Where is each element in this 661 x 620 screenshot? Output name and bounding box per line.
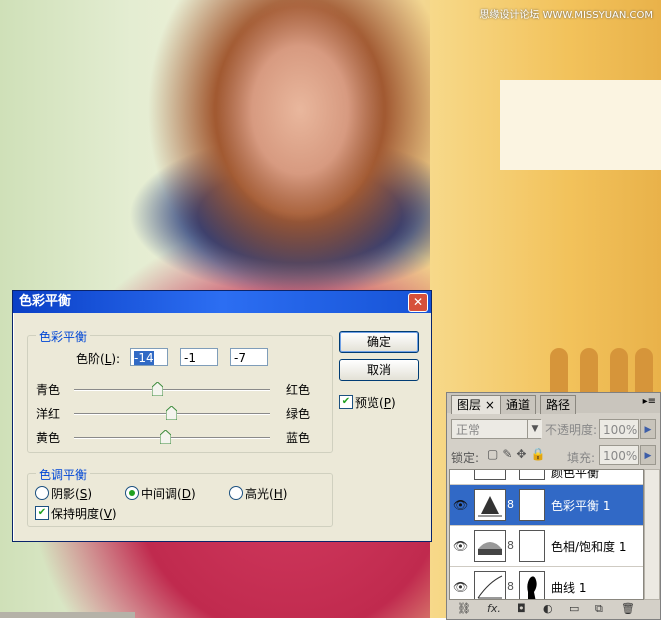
curves-adjustment-icon: [477, 575, 503, 599]
adjustment-icon[interactable]: ◐: [543, 602, 553, 615]
level-input-cyan-red[interactable]: -14: [130, 348, 168, 366]
slider-cyan-red[interactable]: [74, 389, 270, 391]
slider-label-blue: 蓝色: [286, 431, 311, 445]
new-layer-icon[interactable]: ⧉: [595, 602, 603, 616]
panel-menu-icon[interactable]: ▸≡: [643, 396, 656, 407]
layer-thumbnail: [474, 571, 506, 599]
slider-label-magenta: 洋红: [36, 407, 61, 421]
layer-name: 颜色平衡: [551, 469, 600, 480]
color-balance-group: 色彩平衡 色阶(L): -14 -1 -7 青色 红色 洋红 绿色 黄色 蓝色: [27, 328, 333, 453]
levels-label: 色阶(L):: [76, 352, 121, 366]
radio-highlights-label: 高光(H): [245, 487, 288, 501]
dialog-title: 色彩平衡: [13, 291, 431, 313]
layer-mask-thumbnail: [519, 530, 545, 562]
mask-icon[interactable]: ◘: [517, 602, 526, 615]
tab-channels[interactable]: 通道: [500, 395, 537, 414]
layer-row[interactable]: 8 颜色平衡: [450, 469, 643, 485]
slider-thumb-magenta-green[interactable]: [166, 406, 177, 420]
lock-icons[interactable]: ▢✎✥🔒: [487, 447, 549, 461]
slider-label-green: 绿色: [286, 407, 311, 421]
fill-input[interactable]: 100%: [599, 445, 639, 465]
layers-scrollbar[interactable]: [644, 469, 660, 600]
tab-layers[interactable]: 图层 ×: [451, 395, 501, 414]
layer-name: 色彩平衡 1: [551, 499, 611, 513]
level-input-magenta-green[interactable]: -1: [180, 348, 218, 366]
slider-yellow-blue[interactable]: [74, 437, 270, 439]
layer-row[interactable]: 👁 8 色相/饱和度 1: [450, 526, 643, 567]
layers-panel: 图层 × 通道 路径 ▸≡ 正常 ▼ 不透明度: 100% ▶ 锁定: ▢✎✥🔒…: [446, 392, 661, 620]
color-balance-dialog: 色彩平衡 ✕ 色彩平衡 色阶(L): -14 -1 -7 青色 红色 洋红 绿色…: [12, 290, 432, 542]
link-icon: 8: [507, 498, 514, 511]
folder-icon[interactable]: ▭: [569, 602, 579, 615]
slider-label-cyan: 青色: [36, 383, 61, 397]
layer-row[interactable]: 👁 8 色彩平衡 1: [450, 485, 643, 526]
radio-highlights[interactable]: [229, 486, 243, 500]
layer-thumbnail: [474, 530, 506, 562]
chevron-down-icon[interactable]: ▼: [527, 420, 542, 438]
layer-row[interactable]: 👁 8 曲线 1: [450, 567, 643, 599]
link-icon: 8: [507, 539, 514, 552]
opacity-arrow-icon[interactable]: ▶: [640, 419, 656, 439]
wall-column: [500, 80, 661, 170]
slider-label-yellow: 黄色: [36, 431, 61, 445]
layer-mask-thumbnail: [519, 470, 545, 480]
link-icon: 8: [507, 469, 514, 470]
layer-thumbnail: [474, 489, 506, 521]
link-icon: 8: [507, 580, 514, 593]
fill-label: 填充:: [567, 451, 596, 465]
radio-shadows[interactable]: [35, 486, 49, 500]
ok-button[interactable]: 确定: [339, 331, 419, 353]
cancel-button[interactable]: 取消: [339, 359, 419, 381]
preview-label: 预览(P): [355, 396, 396, 410]
radio-shadows-label: 阴影(S): [51, 487, 93, 501]
preview-checkbox[interactable]: ✔: [339, 395, 353, 409]
eye-icon[interactable]: 👁: [453, 539, 468, 553]
preserve-luminosity-checkbox[interactable]: ✔: [35, 506, 49, 520]
layers-bottom-toolbar: ⛓ fx. ◘ ◐ ▭ ⧉ 🗑: [447, 599, 660, 619]
slider-label-red: 红色: [286, 383, 311, 397]
lock-label: 锁定:: [451, 451, 480, 465]
tab-paths[interactable]: 路径: [540, 395, 577, 414]
eye-icon[interactable]: 👁: [453, 498, 468, 512]
trash-icon[interactable]: 🗑: [621, 602, 635, 615]
fill-arrow-icon[interactable]: ▶: [640, 445, 656, 465]
layers-list: 8 颜色平衡 👁 8 色彩平衡 1 👁 8 色相/饱和度 1 👁: [449, 469, 644, 600]
radio-midtones-label: 中间调(D): [141, 487, 196, 501]
slider-thumb-yellow-blue[interactable]: [160, 430, 171, 444]
opacity-label: 不透明度:: [545, 423, 598, 437]
close-icon[interactable]: ✕: [408, 293, 428, 312]
layer-name: 曲线 1: [551, 581, 587, 595]
eye-icon[interactable]: 👁: [453, 580, 468, 594]
fx-icon[interactable]: fx.: [487, 602, 501, 615]
layers-panel-tabs: 图层 × 通道 路径 ▸≡: [447, 393, 660, 414]
tone-balance-group-label: 色调平衡: [36, 466, 91, 483]
mask-silhouette-icon: [527, 576, 537, 599]
opacity-input[interactable]: 100%: [599, 419, 639, 439]
color-balance-adjustment-icon: [478, 496, 502, 517]
layer-thumbnail: [474, 470, 506, 480]
watermark: 思缘设计论坛 WWW.MISSYUAN.COM: [479, 10, 653, 21]
status-bar: [0, 612, 135, 618]
layer-mask-thumbnail: [519, 489, 545, 521]
preserve-luminosity-label: 保持明度(V): [51, 507, 117, 521]
layer-mask-thumbnail: [519, 571, 545, 599]
tab-close-icon[interactable]: ×: [485, 398, 495, 412]
radio-midtones[interactable]: [125, 486, 139, 500]
layer-name: 色相/饱和度 1: [551, 540, 627, 554]
slider-thumb-cyan-red[interactable]: [152, 382, 163, 396]
link-icon[interactable]: ⛓: [457, 602, 471, 615]
color-balance-group-label: 色彩平衡: [36, 328, 91, 345]
tone-balance-group: 色调平衡 阴影(S) 中间调(D) 高光(H) ✔ 保持明度(V): [27, 466, 333, 527]
level-input-yellow-blue[interactable]: -7: [230, 348, 268, 366]
hue-saturation-adjustment-icon: [478, 542, 502, 555]
